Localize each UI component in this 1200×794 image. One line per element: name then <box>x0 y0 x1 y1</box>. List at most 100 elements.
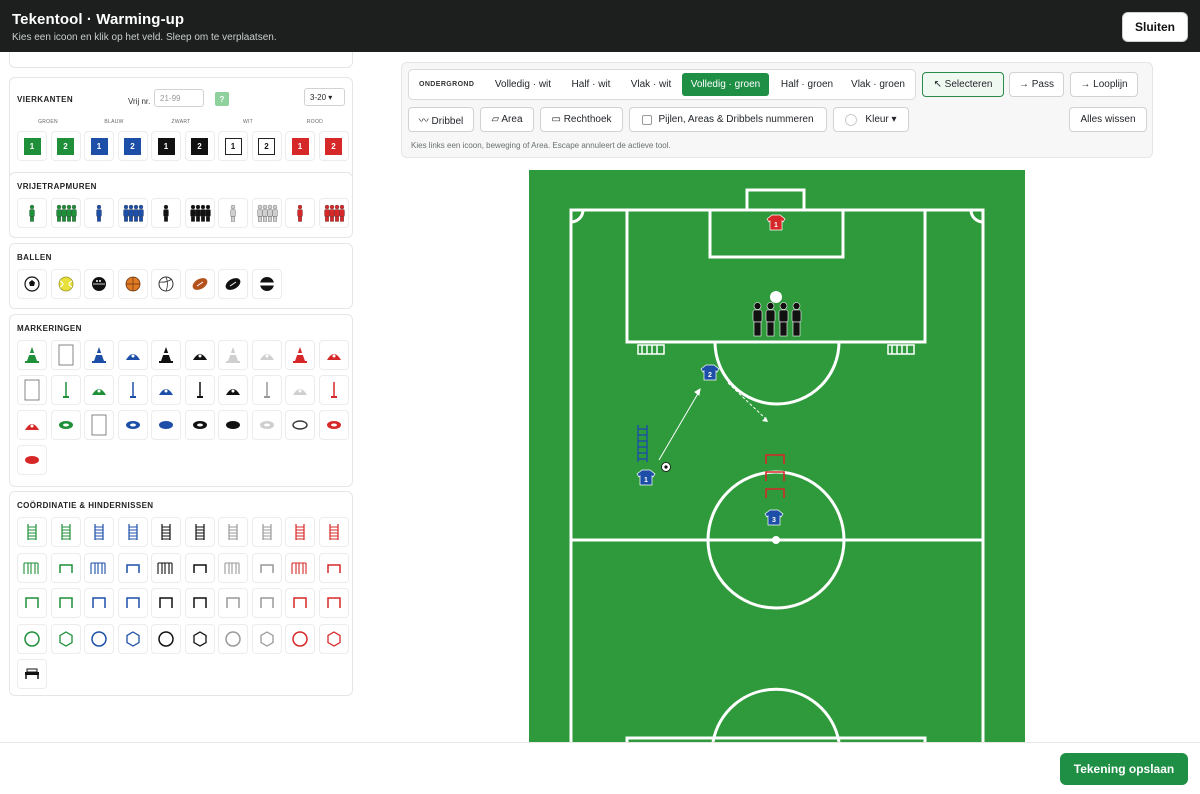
bg-option-half-green[interactable]: Half · groen <box>773 73 841 96</box>
obstacle-hurdle-low-green-tile[interactable] <box>50 552 81 583</box>
obstacle-ladder-b-red-tile[interactable] <box>318 517 349 547</box>
square-white-1[interactable]: 1 <box>218 131 248 161</box>
obstacle-ladder-b-green-tile[interactable] <box>50 517 81 547</box>
marker-dome-green-tile[interactable] <box>84 375 114 405</box>
marker-hoop-white-tile[interactable] <box>285 410 315 440</box>
square-blue-1[interactable]: 1 <box>84 131 114 161</box>
soccer-ball-tile[interactable] <box>17 269 47 299</box>
rectangle-tool-button[interactable]: ▭ Rechthoek <box>540 107 623 132</box>
obstacle-hoop-black-tile[interactable] <box>151 623 181 654</box>
obstacle-hurdle-blue-tile[interactable] <box>84 588 114 618</box>
wall-four-green-tile[interactable] <box>50 198 81 228</box>
player-blue-1[interactable]: 1 <box>636 469 656 486</box>
player-red-1[interactable]: 1 <box>766 214 786 231</box>
obstacle-ladder-b-blue-tile[interactable] <box>117 517 148 547</box>
obstacle-hexagon-red-tile[interactable] <box>318 623 349 654</box>
obstacle-hurdle-red-tile[interactable] <box>285 588 315 618</box>
obstacle-ladder-flat-white-tile[interactable] <box>218 552 248 583</box>
marker-board-white-tile[interactable] <box>50 340 81 370</box>
marker-dome-white-tile[interactable] <box>251 340 282 370</box>
obstacle-hurdle-low-white-tile[interactable] <box>251 552 282 583</box>
obstacle-hoop-blue-tile[interactable] <box>84 623 114 654</box>
area-tool-button[interactable]: ▱ Area <box>480 107 534 132</box>
obstacle-ladder-flat-red-tile[interactable] <box>285 552 315 583</box>
marker-board-white-3-tile[interactable] <box>84 410 114 440</box>
marker-dome-white-2-tile[interactable] <box>285 375 315 405</box>
obstacle-ladder-black-tile[interactable] <box>151 517 181 547</box>
rugby-ball-tile[interactable] <box>184 269 215 299</box>
obstacle-ladder-flat-blue-tile[interactable] <box>84 552 114 583</box>
wall-single-red-tile[interactable] <box>285 198 315 228</box>
square-red-2[interactable]: 2 <box>318 131 349 161</box>
obstacle-hurdle-white-tile[interactable] <box>218 588 248 618</box>
marker-dome-red-2-tile[interactable] <box>17 410 47 440</box>
obstacle-hurdle-low-blue-tile[interactable] <box>117 552 148 583</box>
numbering-toggle[interactable]: Pijlen, Areas & Dribbels nummeren <box>629 107 827 132</box>
wall-four-red-tile[interactable] <box>318 198 349 228</box>
bg-option-full-white[interactable]: Volledig · wit <box>487 73 559 96</box>
square-black-2[interactable]: 2 <box>184 131 215 161</box>
obstacle-ladder-red-tile[interactable] <box>285 517 315 547</box>
marker-pole-red-tile[interactable] <box>318 375 349 405</box>
marker-cone-blue-tile[interactable] <box>84 340 114 370</box>
obstacle-hurdle-b-blue-tile[interactable] <box>117 588 148 618</box>
marker-cone-green-tile[interactable] <box>17 340 47 370</box>
square-green-1[interactable]: 1 <box>17 131 47 161</box>
marker-ring-green-tile[interactable] <box>50 410 81 440</box>
obstacle-hurdle-b-green-tile[interactable] <box>50 588 81 618</box>
bg-option-full-green[interactable]: Volledig · groen <box>682 73 769 96</box>
marker-disc-black-tile[interactable] <box>218 410 248 440</box>
color-picker[interactable]: Kleur ▾ <box>833 107 909 132</box>
square-white-2[interactable]: 2 <box>251 131 282 161</box>
clear-all-button[interactable]: Alles wissen <box>1069 107 1147 132</box>
marker-pole-green-tile[interactable] <box>50 375 81 405</box>
marker-pole-blue-tile[interactable] <box>117 375 148 405</box>
obstacle-hoop-white-tile[interactable] <box>218 623 248 654</box>
obstacle-hurdle-b-black-tile[interactable] <box>184 588 215 618</box>
close-button[interactable]: Sluiten <box>1122 12 1188 42</box>
marker-ring-black-tile[interactable] <box>184 410 215 440</box>
obstacle-bench-tile[interactable] <box>17 659 47 689</box>
obstacle-ladder-flat-green-tile[interactable] <box>17 552 47 583</box>
marker-ring-white-tile[interactable] <box>251 410 282 440</box>
pitch-canvas[interactable]: 1 2 1 3 <box>529 170 1025 742</box>
bg-option-flat-green[interactable]: Vlak · groen <box>844 73 912 96</box>
obstacle-ladder-b-white-tile[interactable] <box>251 517 282 547</box>
free-number-input[interactable]: 21-99 <box>154 89 204 107</box>
numbering-checkbox[interactable] <box>642 114 653 125</box>
obstacle-hurdle-b-red-tile[interactable] <box>318 588 349 618</box>
obstacle-ladder-white-tile[interactable] <box>218 517 248 547</box>
basketball-ball-tile[interactable] <box>117 269 148 299</box>
marker-cone-red-tile[interactable] <box>285 340 315 370</box>
bg-option-flat-white[interactable]: Vlak · wit <box>623 73 679 96</box>
obstacle-ladder-green-tile[interactable] <box>17 517 47 547</box>
medicine-ball-tile[interactable] <box>251 269 282 299</box>
player-blue-3[interactable]: 3 <box>764 509 784 526</box>
obstacle-ladder-flat-black-tile[interactable] <box>151 552 181 583</box>
pass-tool-button[interactable]: → Pass <box>1009 72 1064 97</box>
obstacle-hexagon-black-tile[interactable] <box>184 623 215 654</box>
obstacle-hoop-red-tile[interactable] <box>285 623 315 654</box>
obstacle-hurdle-b-white-tile[interactable] <box>251 588 282 618</box>
wall-single-white-tile[interactable] <box>218 198 248 228</box>
runline-tool-button[interactable]: → Looplijn <box>1070 72 1138 97</box>
marker-board-white-2-tile[interactable] <box>17 375 47 405</box>
square-black-1[interactable]: 1 <box>151 131 181 161</box>
wall-single-blue-tile[interactable] <box>84 198 114 228</box>
marker-pole-white-tile[interactable] <box>251 375 282 405</box>
wall-four-white-tile[interactable] <box>251 198 282 228</box>
square-red-1[interactable]: 1 <box>285 131 315 161</box>
obstacle-hurdle-low-red-tile[interactable] <box>318 552 349 583</box>
marker-disc-red-tile[interactable] <box>17 445 47 475</box>
marker-pole-black-tile[interactable] <box>184 375 215 405</box>
obstacle-hexagon-green-tile[interactable] <box>50 623 81 654</box>
wall-four-blue-tile[interactable] <box>117 198 148 228</box>
american-football-ball-tile[interactable] <box>218 269 248 299</box>
add-free-number-button[interactable]: ? <box>215 92 229 106</box>
marker-dome-black-2-tile[interactable] <box>218 375 248 405</box>
player-blue-2[interactable]: 2 <box>700 364 720 381</box>
bowling-ball-tile[interactable] <box>84 269 114 299</box>
obstacle-hexagon-white-tile[interactable] <box>251 623 282 654</box>
obstacle-hoop-green-tile[interactable] <box>17 623 47 654</box>
number-range-select[interactable]: 3-20 ▾ <box>304 88 345 106</box>
